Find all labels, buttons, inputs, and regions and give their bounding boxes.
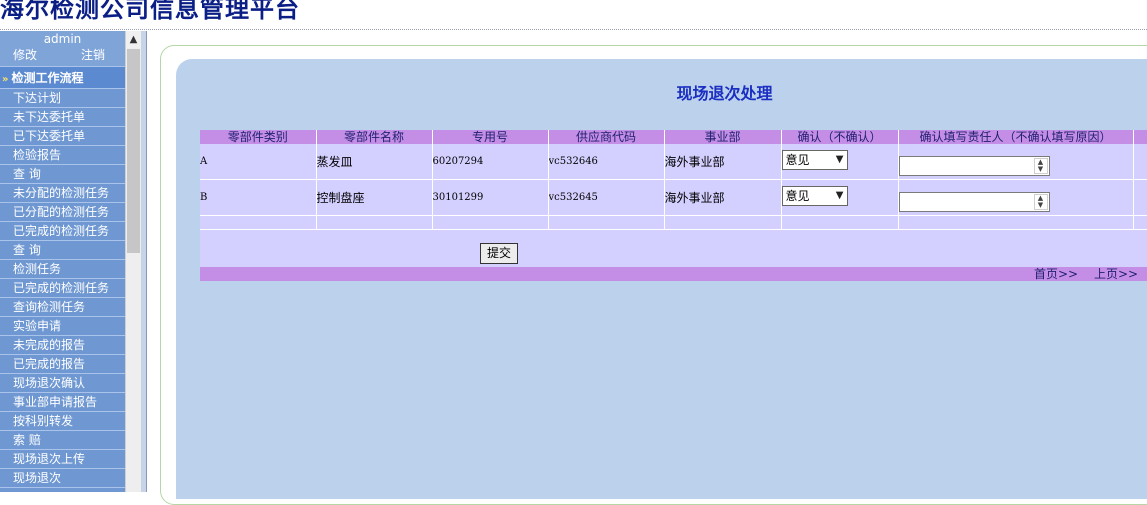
empty-cell [316, 215, 433, 230]
sidebar-item[interactable]: 检测任务 [0, 260, 125, 279]
frame-divider[interactable] [141, 31, 147, 492]
scroll-up-icon[interactable]: ▲ [126, 31, 141, 48]
sidebar-item[interactable]: 实验申请 [0, 317, 125, 336]
sidebar-item[interactable]: 已下达委托单 [0, 127, 125, 146]
column-header: 零部件名称 [316, 130, 433, 144]
cell-code: 30101299 [432, 179, 549, 216]
sidebar-section-workflow[interactable]: » 检测工作流程 [0, 66, 125, 89]
responsible-input[interactable]: ▲ ▼ [898, 192, 1050, 212]
cell-confirm: 意见 ▼ [781, 179, 899, 216]
double-chevron-right-icon: » [2, 74, 9, 85]
empty-cell [1133, 215, 1147, 230]
sidebar: admin 修改 注销 » 检测工作流程 下达计划 未下达委托单 已下达委托单 检… [0, 31, 125, 492]
chevron-down-icon: ▼ [835, 154, 844, 166]
cell-supplier: vc532645 [548, 179, 665, 216]
column-header: 零部件类别 [200, 130, 317, 144]
table-row: A 蒸发皿 60207294 vc532646 海外事业部 意见 ▼ ▲ ▼ [200, 144, 1147, 180]
empty-cell [781, 215, 899, 230]
spinner-arrows-icon[interactable]: ▲ ▼ [1033, 158, 1048, 174]
sidebar-item[interactable]: 查 询 [0, 241, 125, 260]
sidebar-item[interactable]: 未分配的检测任务 [0, 184, 125, 203]
spinner-arrows-icon[interactable]: ▲ ▼ [1033, 194, 1048, 210]
confirm-select-value: 意见 [785, 189, 810, 204]
sidebar-item[interactable]: 已分配的检测任务 [0, 203, 125, 222]
sidebar-item[interactable]: 现场退次 [0, 469, 125, 488]
column-header: 确认（不确认） [781, 130, 899, 144]
pager: 首页>> 上页>> [200, 267, 1147, 281]
sidebar-item[interactable]: 按科别转发 [0, 412, 125, 431]
column-header: 确认填写责任人（不确认填写原因） [898, 130, 1134, 144]
confirm-select-value: 意见 [785, 153, 810, 168]
confirm-select[interactable]: 意见 ▼ [781, 185, 848, 206]
cell-name: 蒸发皿 [316, 144, 433, 180]
sidebar-section-label: 检测工作流程 [11, 71, 84, 85]
chevron-down-icon: ▼ [835, 190, 844, 202]
column-header: 事业部 [664, 130, 782, 144]
cell-division: 海外事业部 [664, 179, 782, 216]
sidebar-item[interactable]: 现场退次上传 [0, 450, 125, 469]
submit-button[interactable]: 提交 [480, 243, 518, 264]
empty-cell [898, 215, 1134, 230]
app-header: 海尔检测公司信息管理平台 [0, 0, 1147, 30]
modify-link[interactable]: 修改 [13, 47, 37, 64]
user-name: admin [43, 32, 82, 46]
empty-cell [200, 215, 317, 230]
app-title: 海尔检测公司信息管理平台 [0, 0, 300, 23]
column-header: 专用号 [432, 130, 549, 144]
sidebar-item[interactable]: 现场退次确认 [0, 374, 125, 393]
sidebar-item[interactable]: 事业部申请报告 [0, 393, 125, 412]
cell-confirm: 意见 ▼ [781, 144, 899, 180]
column-header: 供应商代码 [548, 130, 665, 144]
cell-extra [1133, 144, 1147, 180]
submit-row: 提交 [200, 230, 1147, 267]
main-content: 现场退次处理 零部件类别 零部件名称 专用号 供应商代码 事业部 确认（不确认）… [148, 31, 1147, 505]
column-header-extra [1133, 130, 1147, 144]
cell-division: 海外事业部 [664, 144, 782, 180]
cell-responsible: ▲ ▼ [898, 179, 1134, 216]
first-page-link[interactable]: 首页>> [1034, 267, 1078, 281]
cell-code: 60207294 [432, 144, 549, 180]
sidebar-item[interactable]: 未完成的报告 [0, 336, 125, 355]
return-table: 零部件类别 零部件名称 专用号 供应商代码 事业部 确认（不确认） 确认填写责任… [200, 130, 1147, 281]
logout-link[interactable]: 注销 [81, 47, 105, 64]
cell-category: B [200, 179, 317, 216]
responsible-input[interactable]: ▲ ▼ [898, 156, 1050, 176]
empty-cell [664, 215, 782, 230]
cell-extra [1133, 179, 1147, 216]
empty-cell [432, 215, 549, 230]
table-row-empty [200, 215, 1147, 230]
sidebar-item[interactable]: 已完成的检测任务 [0, 279, 125, 298]
scroll-thumb[interactable] [127, 49, 140, 253]
cell-category: A [200, 144, 317, 180]
sidebar-item[interactable]: 查 询 [0, 165, 125, 184]
table-row: B 控制盘座 30101299 vc532645 海外事业部 意见 ▼ ▲ ▼ [200, 179, 1147, 216]
sidebar-item[interactable]: 索 赔 [0, 431, 125, 450]
sidebar-scrollbar[interactable]: ▲ [125, 31, 141, 492]
page-title: 现场退次处理 [676, 84, 773, 103]
sidebar-item[interactable]: 下达计划 [0, 89, 125, 108]
cell-responsible: ▲ ▼ [898, 144, 1134, 180]
content-panel: 现场退次处理 零部件类别 零部件名称 专用号 供应商代码 事业部 确认（不确认）… [176, 59, 1147, 499]
cell-supplier: vc532646 [548, 144, 665, 180]
sidebar-item[interactable]: 已完成的报告 [0, 355, 125, 374]
user-box: admin 修改 注销 [0, 31, 125, 66]
sidebar-item[interactable]: 已完成的检测任务 [0, 222, 125, 241]
sidebar-item[interactable]: 检验报告 [0, 146, 125, 165]
sidebar-item[interactable]: 未下达委托单 [0, 108, 125, 127]
empty-cell [548, 215, 665, 230]
prev-page-link[interactable]: 上页>> [1094, 267, 1138, 281]
cell-name: 控制盘座 [316, 179, 433, 216]
confirm-select[interactable]: 意见 ▼ [781, 149, 848, 170]
sidebar-item[interactable]: 查询检测任务 [0, 298, 125, 317]
